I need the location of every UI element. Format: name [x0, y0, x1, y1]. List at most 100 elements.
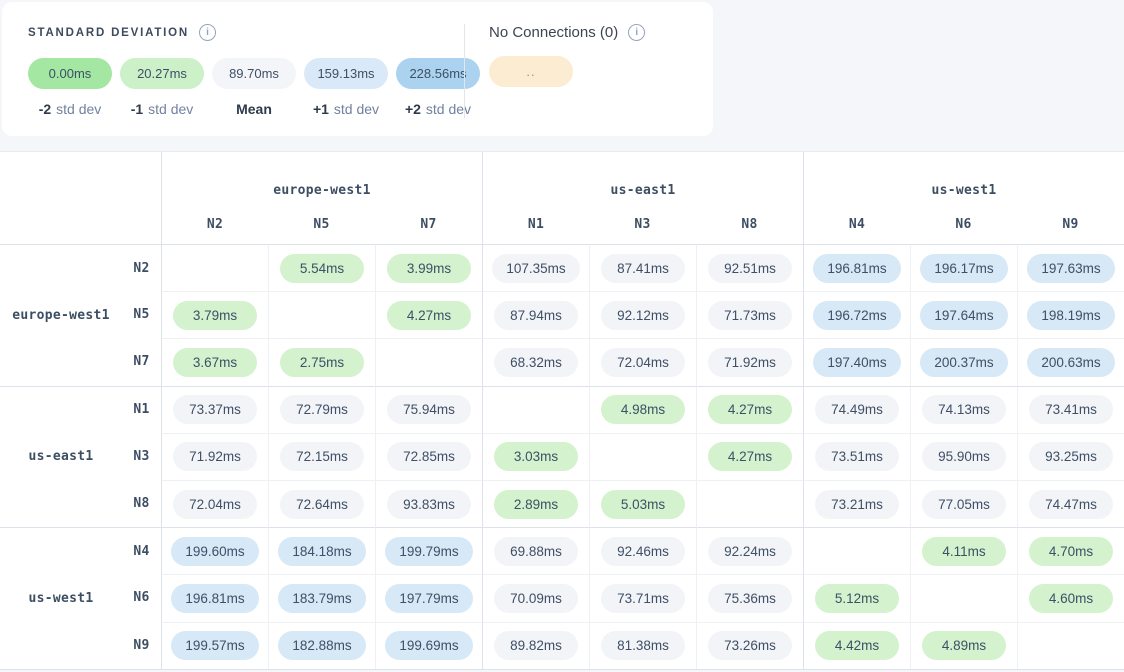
latency-pill[interactable]: 197.63ms — [1027, 254, 1114, 283]
latency-pill[interactable]: 4.98ms — [601, 395, 685, 424]
latency-pill[interactable]: 199.57ms — [171, 631, 258, 660]
legend-item: 0.00ms-2std dev — [28, 58, 112, 117]
latency-pill[interactable]: 182.88ms — [278, 631, 365, 660]
latency-pill[interactable]: 197.64ms — [920, 301, 1007, 330]
latency-pill[interactable]: 72.79ms — [280, 395, 364, 424]
latency-pill[interactable]: 73.71ms — [601, 584, 685, 613]
latency-pill[interactable]: 4.27ms — [387, 301, 471, 330]
latency-pill[interactable]: 4.27ms — [708, 395, 792, 424]
latency-cell — [161, 244, 268, 291]
info-icon[interactable]: i — [628, 24, 645, 41]
latency-pill[interactable]: 95.90ms — [922, 442, 1006, 471]
matrix-corner — [0, 152, 161, 244]
latency-cell: 68.32ms — [482, 338, 589, 385]
latency-pill[interactable]: 72.64ms — [280, 490, 364, 519]
latency-pill[interactable]: 73.37ms — [173, 395, 257, 424]
latency-pill[interactable]: 184.18ms — [278, 537, 365, 566]
column-node-header: N8 — [696, 204, 803, 244]
latency-pill[interactable]: 196.81ms — [813, 254, 900, 283]
latency-pill[interactable]: 69.88ms — [494, 537, 578, 566]
latency-pill[interactable]: 4.60ms — [1029, 584, 1113, 613]
latency-pill[interactable]: 89.82ms — [494, 631, 578, 660]
latency-pill[interactable]: 81.38ms — [601, 631, 685, 660]
latency-pill[interactable]: 4.42ms — [815, 631, 899, 660]
legend-pill: 89.70ms — [212, 58, 296, 89]
latency-cell: 71.92ms — [696, 338, 803, 385]
latency-pill[interactable]: 196.17ms — [920, 254, 1007, 283]
latency-pill[interactable]: 2.75ms — [280, 348, 364, 377]
latency-pill[interactable]: 71.73ms — [708, 301, 792, 330]
latency-pill[interactable]: 70.09ms — [494, 584, 578, 613]
latency-pill[interactable]: 71.92ms — [708, 348, 792, 377]
latency-cell: 72.15ms — [268, 433, 375, 480]
latency-pill[interactable]: 92.24ms — [708, 537, 792, 566]
latency-pill[interactable]: 197.40ms — [813, 348, 900, 377]
latency-pill[interactable]: 75.94ms — [387, 395, 471, 424]
latency-pill[interactable]: 199.69ms — [385, 631, 472, 660]
latency-cell: 184.18ms — [268, 527, 375, 574]
latency-pill[interactable]: 72.15ms — [280, 442, 364, 471]
latency-pill[interactable]: 73.21ms — [815, 490, 899, 519]
row-node-label: N1 — [122, 386, 161, 433]
latency-pill[interactable]: 71.92ms — [173, 442, 257, 471]
latency-pill[interactable]: 3.99ms — [387, 254, 471, 283]
latency-pill[interactable]: 87.94ms — [494, 301, 578, 330]
latency-pill[interactable]: 73.26ms — [708, 631, 792, 660]
latency-pill[interactable]: 4.89ms — [922, 631, 1006, 660]
latency-pill[interactable]: 92.51ms — [708, 254, 792, 283]
column-node-header: N9 — [1017, 204, 1124, 244]
latency-cell: 196.17ms — [910, 244, 1017, 291]
row-node-label: N2 — [122, 244, 161, 291]
latency-pill[interactable]: 75.36ms — [708, 584, 792, 613]
latency-pill[interactable]: 5.03ms — [601, 490, 685, 519]
latency-cell: 199.57ms — [161, 622, 268, 669]
latency-pill[interactable]: 72.04ms — [173, 490, 257, 519]
latency-pill[interactable]: 199.79ms — [385, 537, 472, 566]
latency-pill[interactable]: 2.89ms — [494, 490, 578, 519]
latency-pill[interactable]: 3.79ms — [173, 301, 257, 330]
latency-pill[interactable]: 4.70ms — [1029, 537, 1113, 566]
latency-pill[interactable]: 93.25ms — [1029, 442, 1113, 471]
latency-cell: 4.27ms — [696, 433, 803, 480]
latency-pill[interactable]: 68.32ms — [494, 348, 578, 377]
latency-pill[interactable]: 198.19ms — [1027, 301, 1114, 330]
latency-cell: 75.94ms — [375, 386, 482, 433]
latency-pill[interactable]: 93.83ms — [387, 490, 471, 519]
latency-pill[interactable]: 200.37ms — [920, 348, 1007, 377]
latency-pill[interactable]: 107.35ms — [492, 254, 579, 283]
latency-pill[interactable]: 72.04ms — [601, 348, 685, 377]
latency-pill[interactable]: 92.12ms — [601, 301, 685, 330]
latency-pill[interactable]: 74.49ms — [815, 395, 899, 424]
latency-pill[interactable]: 87.41ms — [601, 254, 685, 283]
latency-pill[interactable]: 200.63ms — [1027, 348, 1114, 377]
latency-pill[interactable]: 74.13ms — [922, 395, 1006, 424]
latency-cell: 71.92ms — [161, 433, 268, 480]
latency-pill[interactable]: 199.60ms — [171, 537, 258, 566]
latency-pill[interactable]: 4.11ms — [922, 537, 1006, 566]
latency-pill[interactable]: 3.67ms — [173, 348, 257, 377]
latency-pill[interactable]: 92.46ms — [601, 537, 685, 566]
latency-cell: 73.71ms — [589, 574, 696, 621]
latency-pill[interactable]: 72.85ms — [387, 442, 471, 471]
latency-pill[interactable]: 183.79ms — [278, 584, 365, 613]
latency-pill[interactable]: 196.81ms — [171, 584, 258, 613]
latency-cell: 87.94ms — [482, 291, 589, 338]
latency-pill[interactable]: 5.12ms — [815, 584, 899, 613]
latency-pill[interactable]: 5.54ms — [280, 254, 364, 283]
latency-cell: 3.99ms — [375, 244, 482, 291]
latency-pill[interactable]: 73.41ms — [1029, 395, 1113, 424]
latency-pill[interactable]: 3.03ms — [494, 442, 578, 471]
latency-cell: 72.85ms — [375, 433, 482, 480]
latency-cell: 200.37ms — [910, 338, 1017, 385]
latency-pill[interactable]: 4.27ms — [708, 442, 792, 471]
latency-cell — [1017, 622, 1124, 669]
info-icon[interactable]: i — [199, 24, 216, 41]
latency-pill[interactable]: 197.79ms — [385, 584, 472, 613]
latency-pill[interactable]: 74.47ms — [1029, 490, 1113, 519]
latency-pill[interactable]: 196.72ms — [813, 301, 900, 330]
latency-cell: 93.83ms — [375, 480, 482, 527]
latency-cell: 4.42ms — [803, 622, 910, 669]
latency-cell: 87.41ms — [589, 244, 696, 291]
latency-pill[interactable]: 73.51ms — [815, 442, 899, 471]
latency-pill[interactable]: 77.05ms — [922, 490, 1006, 519]
